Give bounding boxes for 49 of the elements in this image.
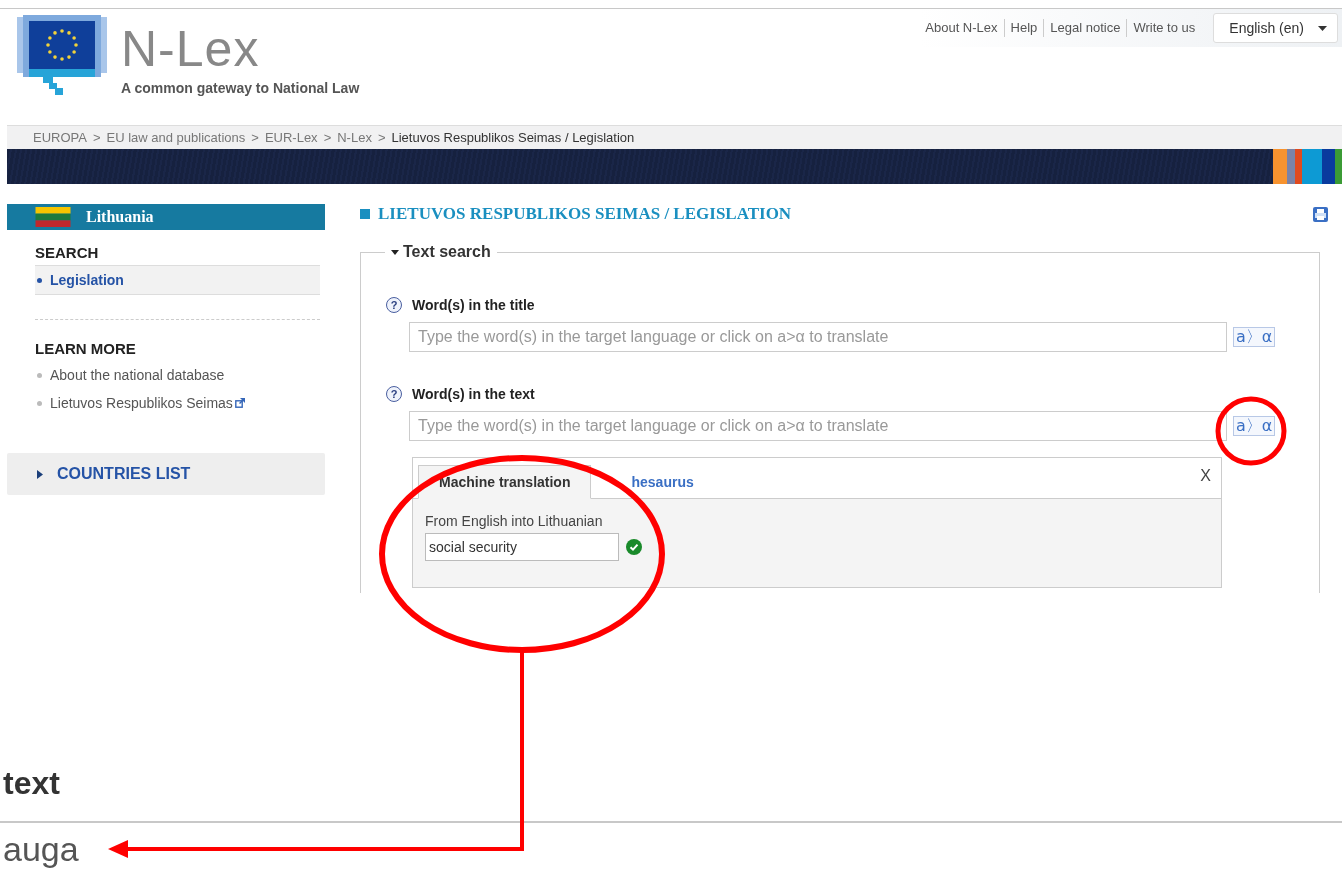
inset-value: auga — [2, 829, 80, 870]
nav-link[interactable]: Help — [1003, 19, 1044, 37]
breadcrumb-link[interactable]: N-Lex — [337, 130, 372, 145]
breadcrumb-separator: > — [323, 130, 332, 145]
bullet-icon — [37, 400, 42, 406]
page-title: LIETUVOS RESPUBLIKOS SEIMAS / LEGISLATION — [360, 204, 792, 224]
caret-icon — [1318, 25, 1327, 31]
countries-list-toggle[interactable]: COUNTRIES LIST — [7, 453, 325, 495]
breadcrumb-current: Lietuvos Respublikos Seimas / Legislation — [391, 130, 635, 145]
breadcrumb-link[interactable]: EUR-Lex — [264, 130, 318, 145]
checkmark-icon[interactable] — [626, 539, 642, 555]
highlight-ellipse — [1215, 396, 1287, 466]
sidebar-item[interactable]: Legislation — [35, 266, 320, 295]
breadcrumb-separator: > — [377, 130, 386, 145]
close-button[interactable]: X — [1200, 467, 1211, 485]
translate-button[interactable]: a〉α — [1233, 327, 1276, 347]
nav-link[interactable]: Write to us — [1126, 19, 1202, 37]
breadcrumb-link[interactable]: EU law and publications — [106, 130, 246, 145]
breadcrumb-separator: > — [251, 130, 259, 145]
tab[interactable]: hesaurus — [591, 466, 708, 498]
caret-icon — [391, 249, 399, 255]
bullet-icon — [37, 372, 42, 378]
language-select[interactable]: English (en) — [1213, 13, 1338, 43]
inset-label: text — [2, 764, 61, 803]
text-input-field[interactable]: Type the word(s) in the target language or click on a>α to translate — [409, 411, 1227, 441]
sidebar-item[interactable]: Lietuvos Respublikos Seimas — [35, 389, 320, 417]
sidebar-item[interactable]: About the national database — [35, 361, 320, 389]
tagline: A common gateway to National Law — [121, 80, 360, 96]
help-button[interactable]: ? — [386, 386, 402, 402]
nav-link[interactable]: About N-Lex — [919, 19, 1004, 37]
tab[interactable]: Machine translation — [418, 465, 592, 499]
section-heading: LEARN MORE — [35, 340, 137, 359]
translate-button[interactable]: a〉α — [1233, 416, 1276, 436]
logo-title[interactable]: N-Lex — [121, 25, 360, 73]
text-input-field[interactable]: Type the word(s) in the target language or click on a>α to translate — [409, 322, 1227, 352]
translation-input-field[interactable]: social security — [425, 533, 619, 561]
field-label: Word(s) in the title — [412, 297, 535, 313]
translation-direction: From English into Lithuanian — [425, 513, 604, 529]
help-button[interactable]: ? — [386, 297, 402, 313]
breadcrumb-link[interactable]: EUROPA — [33, 130, 87, 145]
bullet-icon — [37, 277, 42, 283]
field-label: Word(s) in the text — [412, 386, 535, 402]
eu-flag-logo-icon[interactable] — [17, 15, 107, 95]
country-name: Lithuania — [86, 208, 154, 226]
color-stripes-icon — [1273, 149, 1342, 184]
breadcrumb-separator: > — [92, 130, 101, 145]
print-icon[interactable] — [1313, 206, 1328, 222]
triangle-icon — [37, 469, 43, 479]
nav-link[interactable]: Legal notice — [1043, 19, 1127, 37]
